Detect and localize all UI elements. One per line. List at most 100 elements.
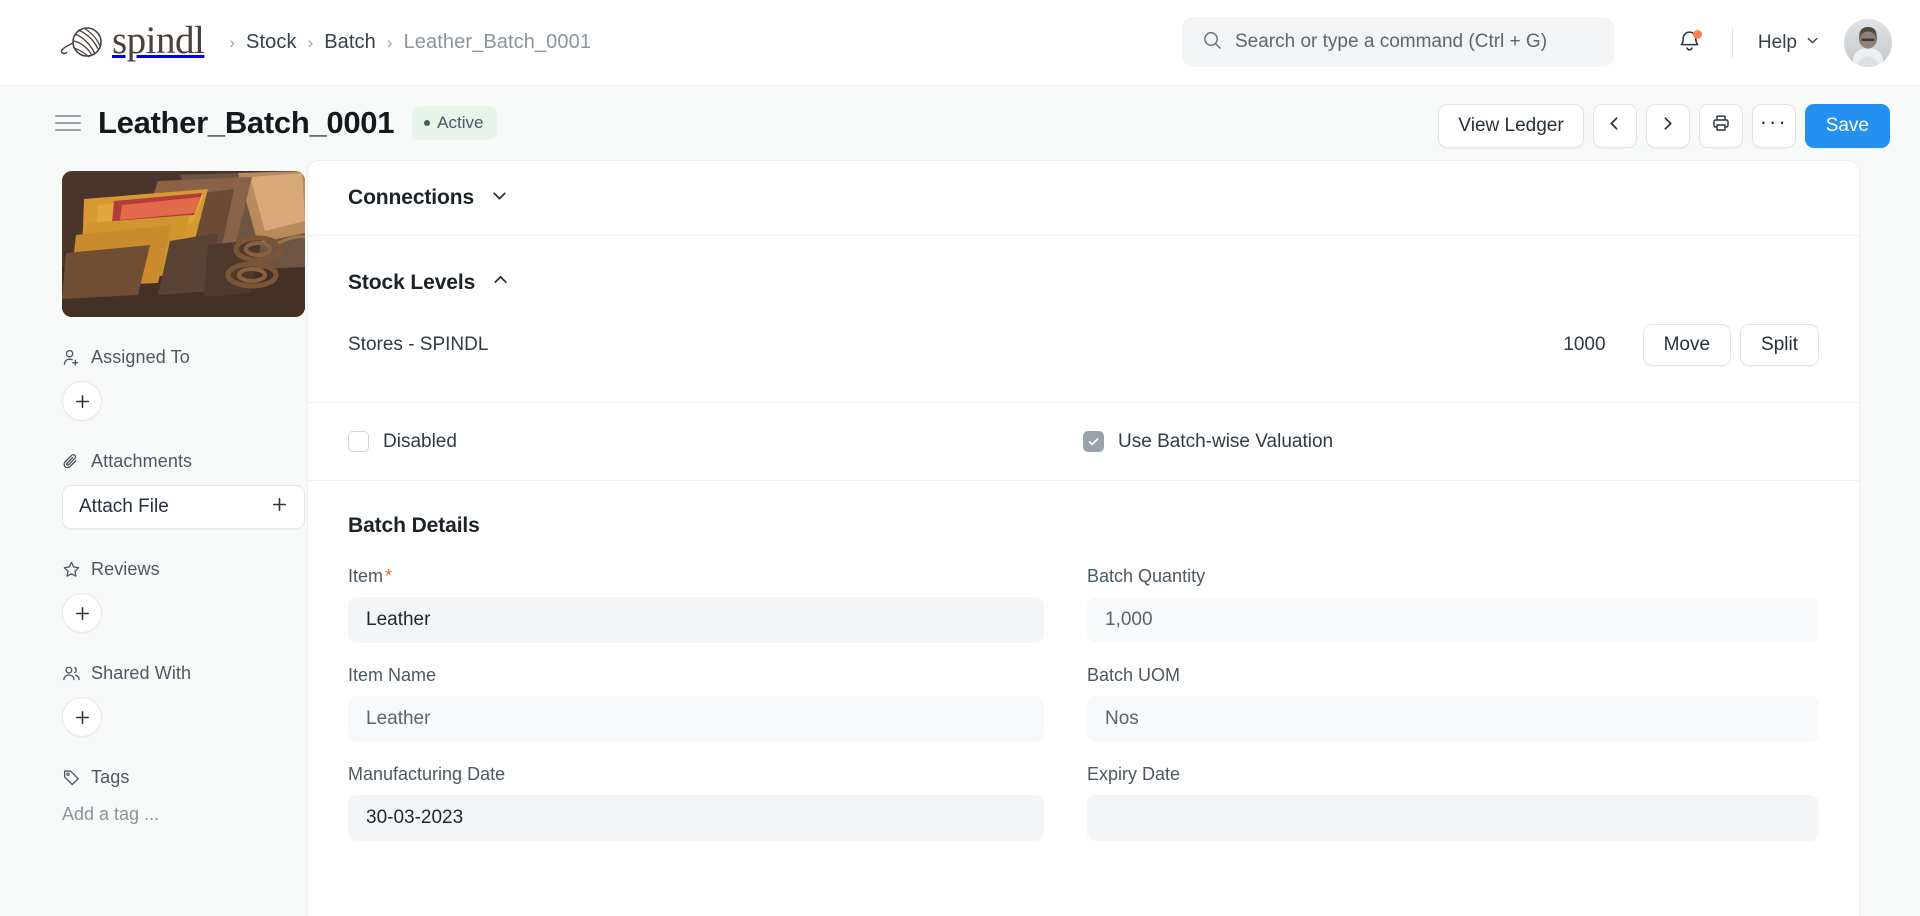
warehouse-name: Stores - SPINDL	[348, 334, 489, 355]
batch-details-form: Item * Leather Batch Quantity 1,000 Item …	[348, 566, 1819, 863]
breadcrumb-separator: ›	[229, 32, 236, 52]
field-manufacturing-date: Manufacturing Date 30-03-2023	[348, 764, 1044, 841]
warehouse-qty: 1000	[1563, 334, 1606, 355]
chevron-right-icon	[1659, 115, 1676, 138]
brand-logo[interactable]: spindl	[60, 19, 205, 64]
status-badge: Active	[412, 106, 498, 140]
tags-header: Tags	[62, 767, 307, 788]
sidebar-section-attachments: Attachments Attach File	[62, 451, 307, 529]
attach-file-label: Attach File	[79, 496, 169, 517]
field-expiry-date: Expiry Date	[1087, 764, 1819, 841]
document-sidebar: Assigned To Attachments Attach File Revi…	[0, 160, 307, 916]
next-record-button[interactable]	[1645, 104, 1690, 148]
search-icon	[1202, 30, 1222, 55]
stock-levels-toggle[interactable]: Stock Levels	[348, 269, 1819, 296]
top-navbar: spindl › Stock › Batch › Leather_Batch_0…	[0, 0, 1920, 86]
field-label-item-name: Item Name	[348, 665, 437, 685]
more-options-button[interactable]: ···	[1751, 104, 1796, 148]
notifications-button[interactable]	[1667, 20, 1713, 66]
attach-file-button[interactable]: Attach File	[62, 485, 305, 529]
connections-title: Connections	[348, 186, 475, 209]
field-batch-uom: Batch UOM Nos	[1087, 665, 1819, 742]
label-text: Item	[348, 566, 384, 586]
sidebar-label: Reviews	[91, 559, 160, 579]
paperclip-icon	[62, 452, 81, 471]
hamburger-menu-icon[interactable]	[55, 114, 98, 132]
assigned-to-header: Assigned To	[62, 347, 307, 368]
status-dot-icon	[424, 120, 431, 126]
section-flags: Disabled Use Batch-wise Valuation	[308, 403, 1859, 481]
move-button[interactable]: Move	[1642, 324, 1732, 366]
previous-record-button[interactable]	[1592, 104, 1637, 148]
sidebar-section-tags: Tags Add a tag ...	[62, 767, 307, 825]
section-batch-details: Batch Details Item * Leather Batch Quanti…	[308, 481, 1859, 863]
required-asterisk: *	[385, 566, 393, 586]
search-box[interactable]	[1182, 17, 1614, 67]
navbar-right-actions: Help	[1667, 0, 1892, 86]
split-button[interactable]: Split	[1740, 324, 1819, 366]
add-assignee-button[interactable]	[62, 381, 102, 421]
field-label-batch-uom: Batch UOM	[1087, 665, 1181, 685]
search-input[interactable]	[1235, 31, 1594, 53]
add-shared-user-button[interactable]	[62, 697, 102, 737]
reviews-header: Reviews	[62, 559, 307, 580]
field-item: Item * Leather	[348, 566, 1044, 643]
page-actions: View Ledger ··· Save	[1438, 104, 1890, 148]
sidebar-section-reviews: Reviews	[62, 559, 307, 633]
plus-icon	[271, 496, 288, 519]
disabled-label: Disabled	[383, 430, 457, 452]
print-button[interactable]	[1698, 104, 1743, 148]
navbar-divider	[1731, 28, 1733, 58]
breadcrumb-item-current: Leather_Batch_0001	[403, 31, 592, 53]
brand-wordmark: spindl	[112, 19, 205, 62]
field-label-expiry-date: Expiry Date	[1087, 764, 1181, 784]
add-tag-input[interactable]: Add a tag ...	[62, 804, 307, 825]
breadcrumb-item-batch[interactable]: Batch	[324, 31, 376, 54]
sidebar-label: Tags	[91, 767, 130, 787]
sidebar-section-shared-with: Shared With	[62, 663, 307, 737]
sidebar-label: Assigned To	[91, 347, 190, 367]
field-batch-quantity: Batch Quantity 1,000	[1087, 566, 1819, 643]
input-item[interactable]: Leather	[348, 597, 1044, 643]
batch-thumbnail-image[interactable]	[62, 171, 305, 317]
breadcrumb-separator: ›	[307, 32, 314, 52]
input-batch-uom[interactable]: Nos	[1087, 696, 1819, 742]
notification-badge-dot	[1692, 30, 1702, 39]
disabled-checkbox[interactable]	[348, 431, 369, 452]
avatar[interactable]	[1844, 19, 1892, 67]
input-item-name[interactable]: Leather	[348, 696, 1044, 742]
input-expiry-date[interactable]	[1087, 795, 1819, 841]
chevron-up-icon	[490, 269, 511, 296]
field-item-name: Item Name Leather	[348, 665, 1044, 742]
disabled-checkbox-row[interactable]: Disabled	[348, 431, 1083, 453]
stock-level-row: Stores - SPINDL 1000 Move Split	[348, 324, 1819, 366]
help-label: Help	[1757, 32, 1797, 53]
field-label-batch-quantity: Batch Quantity	[1087, 566, 1206, 586]
help-menu-button[interactable]: Help	[1752, 24, 1826, 62]
sidebar-section-assigned-to: Assigned To	[62, 347, 307, 421]
tag-icon	[62, 768, 81, 787]
page-title: Leather_Batch_0001	[98, 105, 395, 140]
attachments-header: Attachments	[62, 451, 307, 472]
breadcrumb-item-stock[interactable]: Stock	[246, 31, 297, 54]
chevron-left-icon	[1606, 115, 1623, 138]
connections-toggle[interactable]: Connections	[348, 161, 1819, 235]
page-titlebar: Leather_Batch_0001 Active View Ledger ··…	[0, 86, 1920, 160]
section-stock-levels: Stock Levels Stores - SPINDL 1000 Move S…	[308, 236, 1859, 403]
document-card: Connections Stock Levels Stores - SPINDL…	[307, 160, 1860, 916]
users-icon	[62, 664, 81, 683]
view-ledger-button[interactable]: View Ledger	[1438, 104, 1584, 148]
input-batch-quantity[interactable]: 1,000	[1087, 597, 1819, 643]
save-button[interactable]: Save	[1804, 104, 1890, 148]
add-review-button[interactable]	[62, 593, 102, 633]
main-content: Connections Stock Levels Stores - SPINDL…	[307, 160, 1920, 916]
batchwise-valuation-checkbox-row[interactable]: Use Batch-wise Valuation	[1083, 431, 1333, 453]
sidebar-label: Attachments	[91, 451, 193, 471]
batch-details-title: Batch Details	[348, 514, 480, 537]
breadcrumb-separator: ›	[386, 32, 393, 52]
batchwise-valuation-checkbox[interactable]	[1083, 431, 1104, 452]
field-label-manufacturing-date: Manufacturing Date	[348, 764, 506, 784]
stock-levels-title: Stock Levels	[348, 270, 476, 294]
status-label: Active	[437, 113, 484, 132]
input-manufacturing-date[interactable]: 30-03-2023	[348, 795, 1044, 841]
